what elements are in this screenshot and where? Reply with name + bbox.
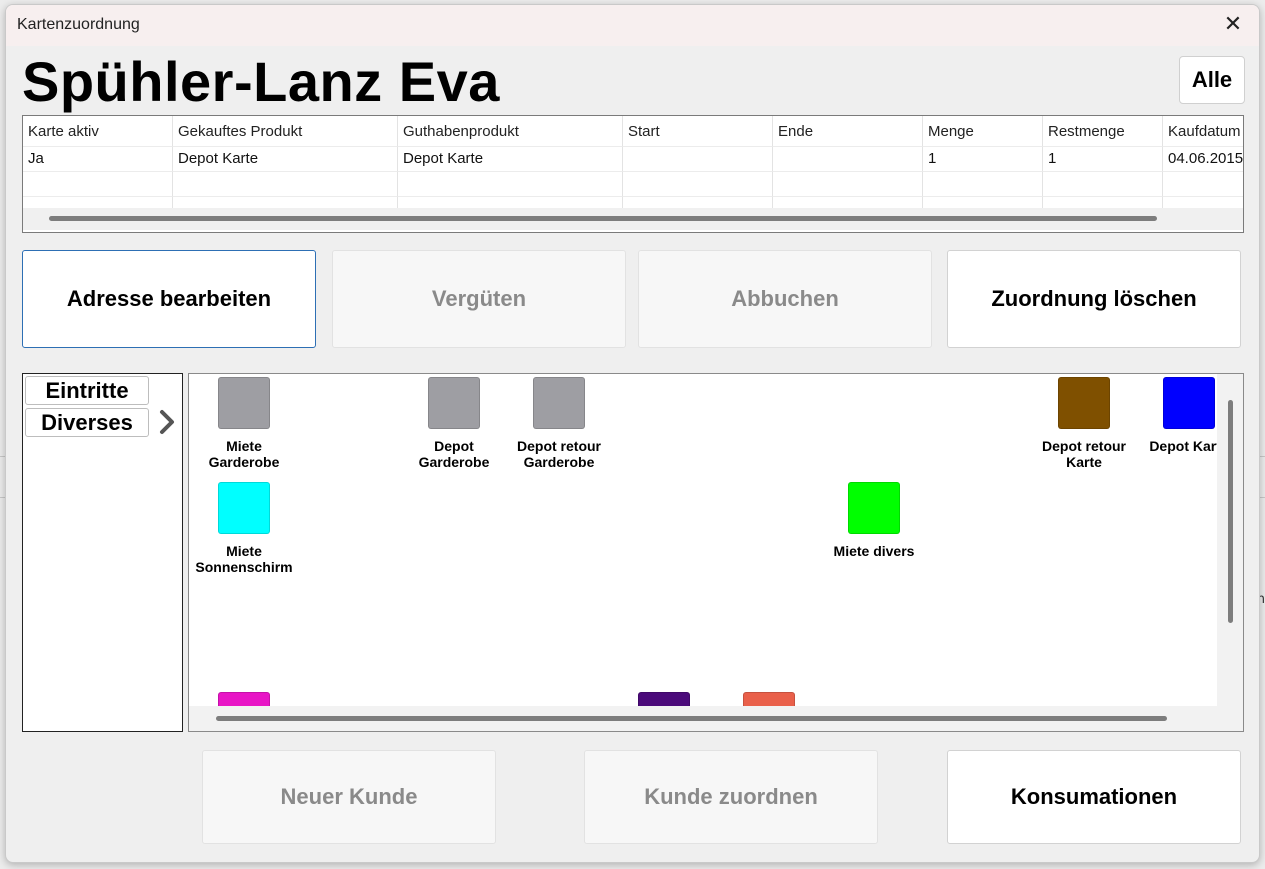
window-title: Kartenzuordnung xyxy=(17,16,140,33)
product-depot-retour-garderobe[interactable]: Depot retour Garderobe xyxy=(504,377,614,470)
category-eintritte[interactable]: Eintritte xyxy=(25,376,149,405)
table-cell[interactable] xyxy=(173,172,398,197)
table-cell[interactable] xyxy=(773,172,923,197)
column-header[interactable]: Gekauftes Produkt xyxy=(173,116,398,147)
cards-table: Karte aktiv Gekauftes Produkt Guthabenpr… xyxy=(22,115,1244,233)
category-panel: Eintritte Diverses xyxy=(22,373,183,732)
column-header[interactable]: Ende xyxy=(773,116,923,147)
table-cell[interactable]: 1 xyxy=(923,147,1043,172)
product-tile xyxy=(218,377,270,429)
column-header[interactable]: Guthabenprodukt xyxy=(398,116,623,147)
product-depot-retour-karte[interactable]: Depot retour Karte xyxy=(1029,377,1139,470)
zuordnung-loschen-button[interactable]: Zuordnung löschen xyxy=(947,250,1241,348)
product-label: Miete Sonnenschirm xyxy=(195,543,293,575)
category-diverses[interactable]: Diverses xyxy=(25,408,149,437)
table-cell[interactable]: Ja xyxy=(23,147,173,172)
close-icon[interactable]: ✕ xyxy=(1221,13,1245,37)
table-cell[interactable] xyxy=(1043,172,1163,197)
product-horizontal-scroll-thumb[interactable] xyxy=(216,716,1167,721)
product-label: Depot Garderobe xyxy=(418,438,490,470)
title-bar: Kartenzuordnung ✕ xyxy=(6,5,1259,46)
table-cell[interactable] xyxy=(398,172,623,197)
column-header[interactable]: Karte aktiv xyxy=(23,116,173,147)
product-vertical-scroll-thumb[interactable] xyxy=(1228,400,1233,623)
product-miete-divers[interactable]: Miete divers xyxy=(819,482,929,559)
column-header[interactable]: Kaufdatum xyxy=(1163,116,1243,147)
table-cell[interactable] xyxy=(623,172,773,197)
product-tile xyxy=(428,377,480,429)
konsumationen-button[interactable]: Konsumationen xyxy=(947,750,1241,844)
table-cell[interactable] xyxy=(1163,172,1243,197)
customer-name: Spühler-Lanz Eva xyxy=(22,50,500,113)
table-cell[interactable]: 04.06.2015 xyxy=(1163,147,1243,172)
table-cell[interactable]: Depot Karte xyxy=(173,147,398,172)
column-header[interactable]: Restmenge xyxy=(1043,116,1163,147)
kunde-zuordnen-button[interactable]: Kunde zuordnen xyxy=(584,750,878,844)
table-cell[interactable] xyxy=(23,172,173,197)
product-label: Depot retour Karte xyxy=(1042,438,1126,470)
cards-grid: Karte aktiv Gekauftes Produkt Guthabenpr… xyxy=(23,116,1243,222)
table-cell[interactable] xyxy=(623,147,773,172)
product-tile xyxy=(1163,377,1215,429)
chevron-right-icon[interactable] xyxy=(157,408,177,436)
product-depot-garderobe[interactable]: Depot Garderobe xyxy=(399,377,509,470)
table-cell[interactable] xyxy=(773,147,923,172)
adresse-bearbeiten-button[interactable]: Adresse bearbeiten xyxy=(22,250,316,348)
product-tile xyxy=(533,377,585,429)
product-label: Depot retour Garderobe xyxy=(517,438,601,470)
column-header[interactable]: Menge xyxy=(923,116,1043,147)
verguten-button[interactable]: Vergüten xyxy=(332,250,626,348)
table-cell[interactable]: 1 xyxy=(1043,147,1163,172)
column-header[interactable]: Start xyxy=(623,116,773,147)
product-tile xyxy=(218,482,270,534)
product-label: Miete divers xyxy=(833,543,915,559)
product-grid: Miete Garderobe Depot Garderobe Depot re… xyxy=(188,373,1244,732)
product-label: Miete Garderobe xyxy=(208,438,280,470)
table-cell[interactable]: Depot Karte xyxy=(398,147,623,172)
neuer-kunde-button[interactable]: Neuer Kunde xyxy=(202,750,496,844)
product-tile xyxy=(1058,377,1110,429)
product-miete-garderobe[interactable]: Miete Garderobe xyxy=(189,377,299,470)
alle-button[interactable]: Alle xyxy=(1179,56,1245,104)
product-tile xyxy=(848,482,900,534)
table-scroll-thumb[interactable] xyxy=(49,216,1157,221)
product-miete-sonnenschirm[interactable]: Miete Sonnenschirm xyxy=(189,482,299,575)
abbuchen-button[interactable]: Abbuchen xyxy=(638,250,932,348)
table-cell[interactable] xyxy=(923,172,1043,197)
kartenzuordnung-dialog: Kartenzuordnung ✕ Spühler-Lanz Eva Alle … xyxy=(5,4,1260,863)
